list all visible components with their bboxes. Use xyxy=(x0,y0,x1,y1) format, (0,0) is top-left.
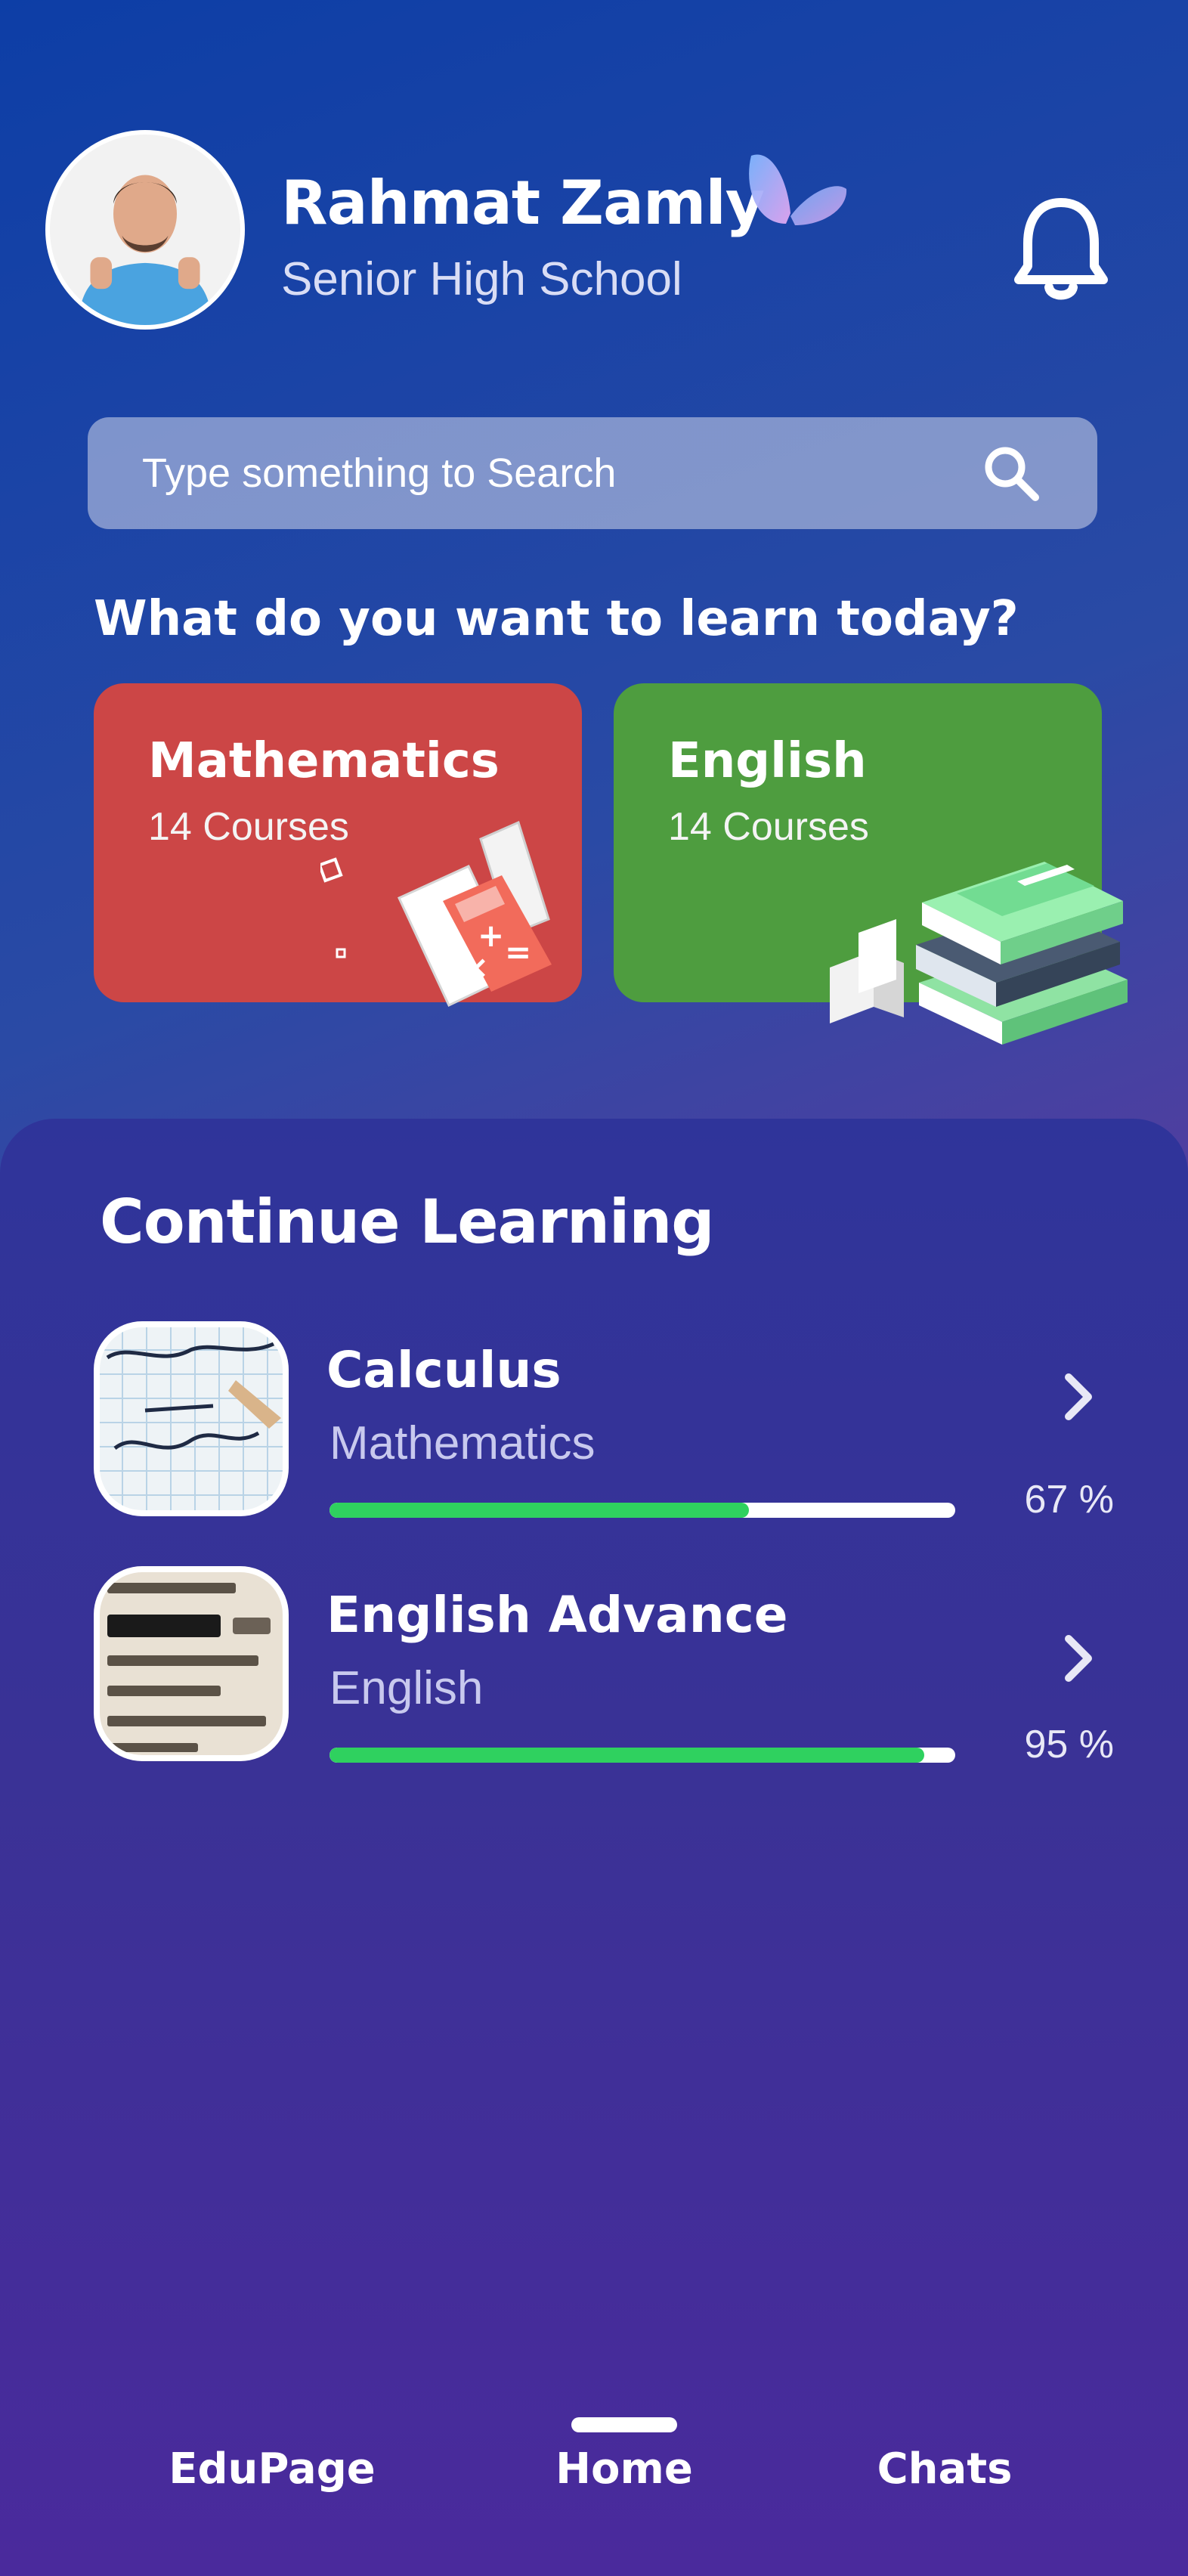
course-thumbnail xyxy=(94,1321,289,1516)
avatar-photo xyxy=(50,135,240,325)
avatar[interactable] xyxy=(45,130,245,330)
profile-name: Rahmat Zamly xyxy=(281,168,765,238)
search-input[interactable] xyxy=(142,450,979,497)
svg-text:=: = xyxy=(505,933,531,971)
progress-fill xyxy=(329,1503,749,1518)
course-thumbnail xyxy=(94,1566,289,1761)
subject-card-english[interactable]: English 14 Courses xyxy=(614,683,1128,1045)
books-illustration xyxy=(830,862,1128,1045)
nav-active-indicator xyxy=(571,2417,677,2432)
section-question: What do you want to learn today? xyxy=(94,591,1019,647)
course-subject: Mathematics xyxy=(329,1417,596,1469)
nav-item-home[interactable]: Home xyxy=(503,2444,745,2494)
progress-percent: 67 % xyxy=(1024,1478,1114,1522)
progress-track xyxy=(329,1748,955,1763)
chevron-right-icon[interactable] xyxy=(1047,1628,1108,1689)
progress-percent: 95 % xyxy=(1024,1723,1114,1766)
nav-item-chats[interactable]: Chats xyxy=(824,2444,1066,2494)
calculator-illustration: + × = xyxy=(320,820,552,1008)
course-item-calculus[interactable]: Calculus Mathematics 67 % xyxy=(94,1321,1114,1522)
dictionary-page-image xyxy=(100,1572,283,1755)
search-icon[interactable] xyxy=(979,441,1043,505)
subject-title: Mathematics xyxy=(148,733,500,789)
svg-text:×: × xyxy=(463,949,489,986)
nav-item-edupage[interactable]: EduPage xyxy=(151,2444,393,2494)
butterfly-icon xyxy=(749,154,847,225)
chevron-right-icon[interactable] xyxy=(1047,1367,1108,1427)
continue-learning-title: Continue Learning xyxy=(100,1187,715,1257)
course-title: Calculus xyxy=(326,1341,562,1399)
bell-icon[interactable] xyxy=(1008,190,1114,304)
subject-title: English xyxy=(668,733,867,789)
search-bar[interactable] xyxy=(88,417,1097,529)
subject-card-mathematics[interactable]: Mathematics 14 Courses + × = xyxy=(94,683,582,1008)
course-title: English Advance xyxy=(326,1586,788,1644)
progress-fill xyxy=(329,1748,924,1763)
course-subject: English xyxy=(329,1662,484,1714)
profile-school: Senior High School xyxy=(281,253,682,305)
progress-track xyxy=(329,1503,955,1518)
course-item-english-advance[interactable]: English Advance English 95 % xyxy=(94,1566,1114,1766)
calculus-notes-image xyxy=(100,1327,283,1510)
